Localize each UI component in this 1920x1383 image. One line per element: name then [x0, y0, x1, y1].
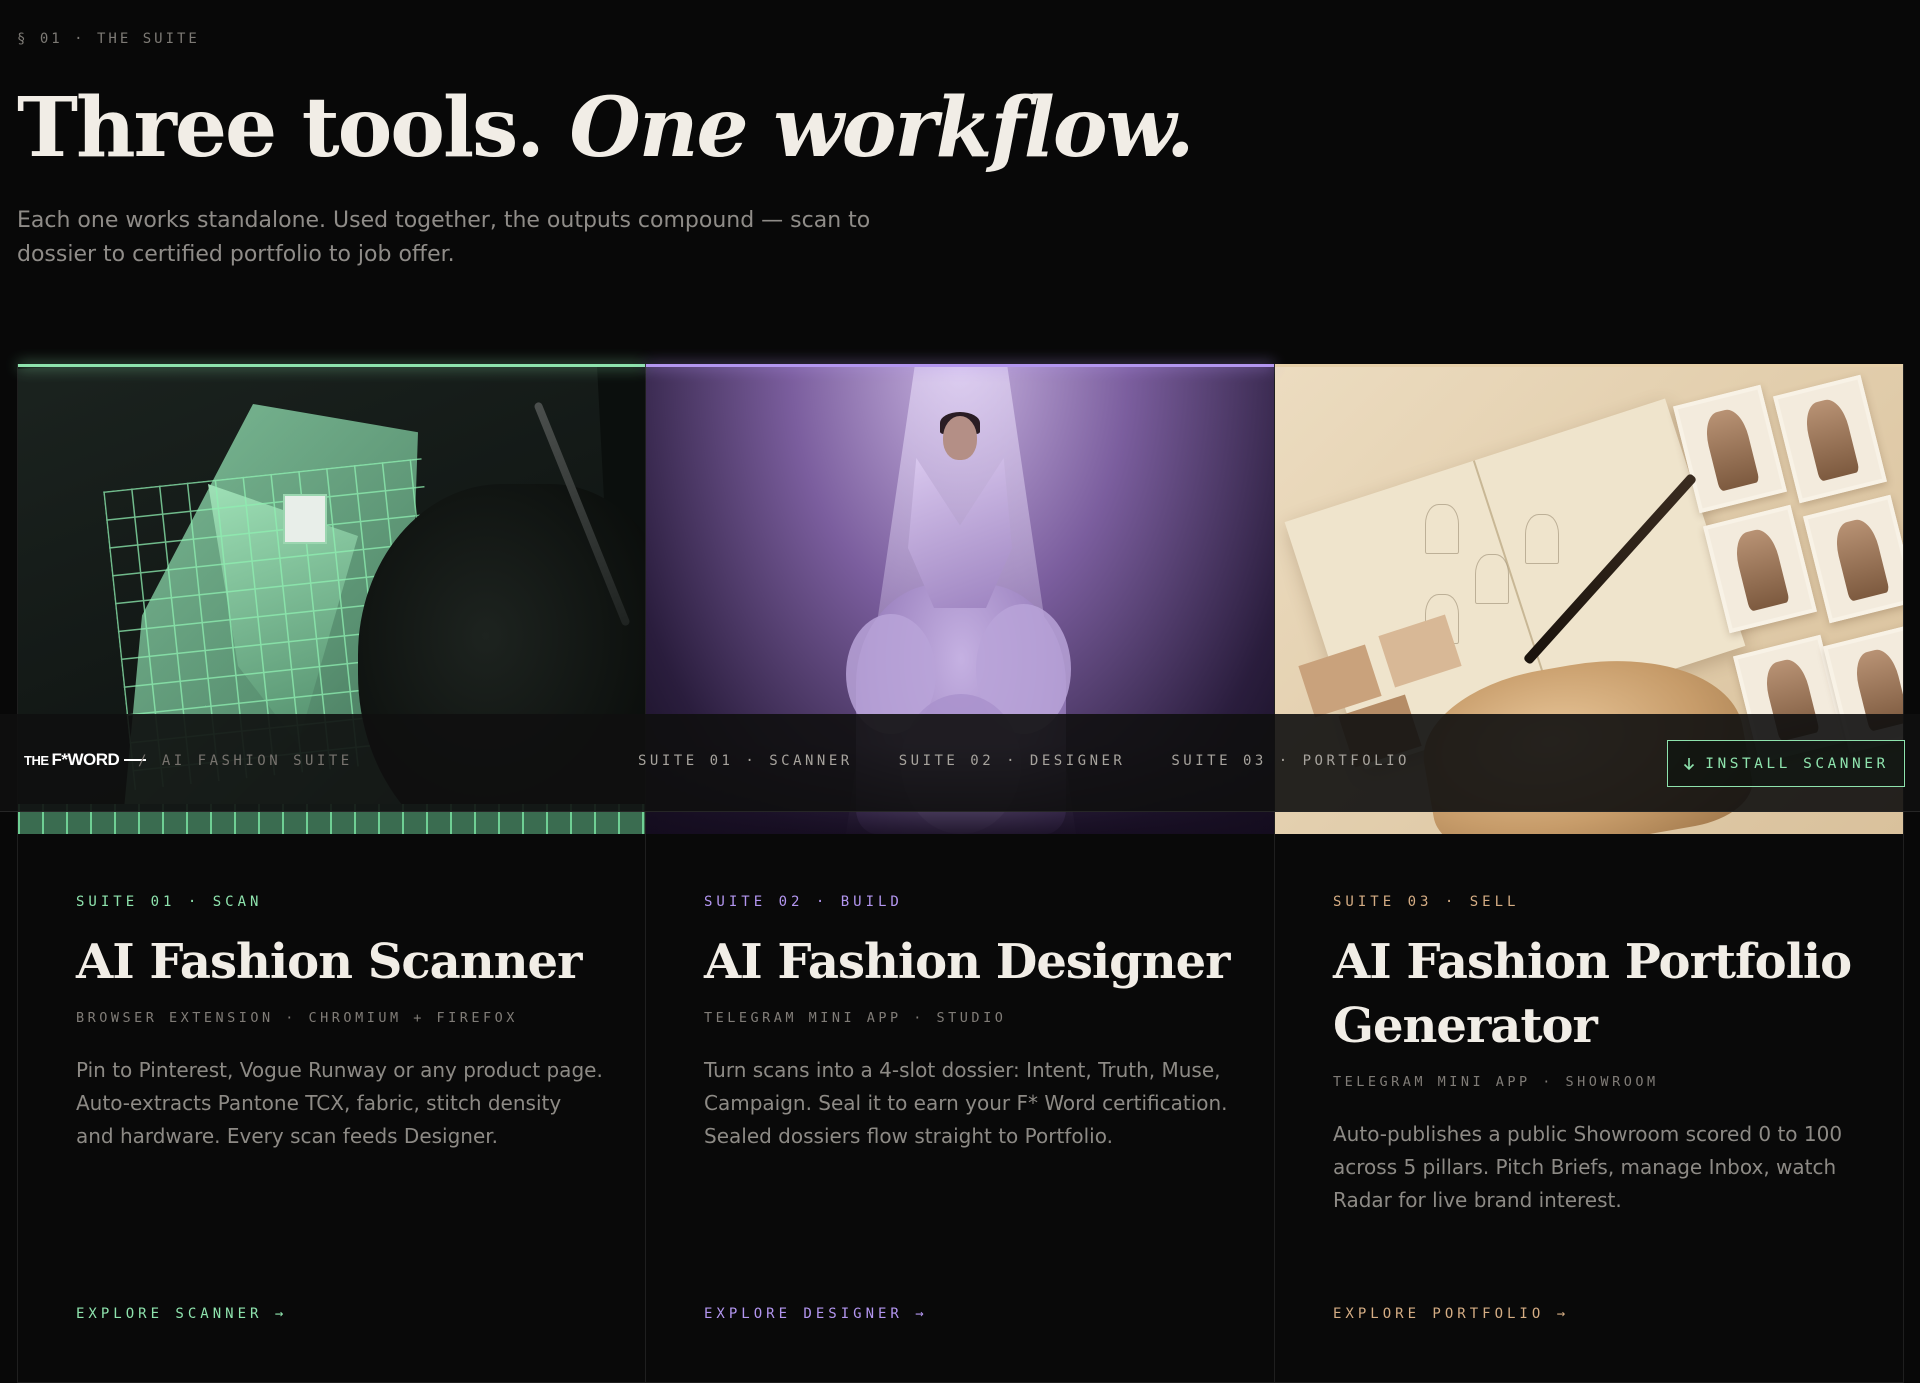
section-subline: Each one works standalone. Used together… — [17, 208, 871, 267]
arrow-down-icon — [1684, 757, 1695, 770]
headline-italic: One workflow. — [569, 80, 1194, 176]
explore-scanner-link[interactable]: EXPLORE SCANNER → — [76, 1306, 287, 1322]
card-title: AI Fashion Designer — [704, 934, 1230, 990]
suite-label: SUITE 01 · SCAN — [76, 894, 263, 910]
logo-the: THE — [24, 752, 49, 768]
nav-link-scanner[interactable]: SUITE 01 · SCANNER — [638, 753, 853, 769]
card-title: AI Fashion Portfolio Generator — [1333, 934, 1852, 1054]
card-body: SUITE 01 · SCAN AI Fashion Scanner BROWS… — [76, 894, 605, 1153]
install-scanner-button[interactable]: INSTALL SCANNER — [1667, 740, 1905, 787]
card-description: Auto-publishes a public Showroom scored … — [1333, 1122, 1843, 1212]
nav-links: SUITE 01 · SCANNER SUITE 02 · DESIGNER S… — [638, 753, 1410, 769]
top-navbar: THE F*WORD / AI FASHION SUITE SUITE 01 ·… — [0, 714, 1920, 812]
install-scanner-label: INSTALL SCANNER — [1705, 755, 1889, 772]
explore-designer-link[interactable]: EXPLORE DESIGNER → — [704, 1306, 928, 1322]
brand-logo[interactable]: THE F*WORD — [24, 750, 147, 770]
logo-fword: F*WORD — [51, 750, 120, 769]
card-body: SUITE 03 · SELL AI Fashion Portfolio Gen… — [1333, 894, 1863, 1217]
card-meta: TELEGRAM MINI APP · STUDIO — [704, 1010, 1007, 1026]
card-designer: SUITE 02 · BUILD AI Fashion Designer TEL… — [646, 364, 1275, 1383]
headline-plain: Three tools. — [17, 80, 545, 176]
card-meta: BROWSER EXTENSION · CHROMIUM + FIREFOX — [76, 1010, 518, 1026]
nav-link-designer[interactable]: SUITE 02 · DESIGNER — [899, 753, 1126, 769]
card-accent-line — [1275, 364, 1903, 367]
card-portfolio: SUITE 03 · SELL AI Fashion Portfolio Gen… — [1275, 364, 1904, 1383]
suite-label: SUITE 03 · SELL — [1333, 894, 1520, 910]
card-accent-line — [646, 364, 1274, 367]
card-description: Turn scans into a 4-slot dossier: Intent… — [704, 1058, 1228, 1148]
card-body: SUITE 02 · BUILD AI Fashion Designer TEL… — [704, 894, 1234, 1153]
breadcrumb: / AI FASHION SUITE — [138, 753, 353, 769]
card-description: Pin to Pinterest, Vogue Runway or any pr… — [76, 1058, 603, 1148]
nav-link-portfolio[interactable]: SUITE 03 · PORTFOLIO — [1171, 753, 1410, 769]
suite-label: SUITE 02 · BUILD — [704, 894, 903, 910]
explore-portfolio-link[interactable]: EXPLORE PORTFOLIO → — [1333, 1306, 1569, 1322]
card-title: AI Fashion Scanner — [76, 934, 582, 990]
card-scanner: SUITE 01 · SCAN AI Fashion Scanner BROWS… — [17, 364, 646, 1383]
card-meta: TELEGRAM MINI APP · SHOWROOM — [1333, 1074, 1659, 1090]
section-headline: Three tools. One workflow. — [17, 78, 1195, 178]
section-eyebrow: § 01 · THE SUITE — [17, 31, 200, 47]
suite-cards: SUITE 01 · SCAN AI Fashion Scanner BROWS… — [17, 364, 1905, 1383]
card-accent-line — [18, 364, 645, 367]
